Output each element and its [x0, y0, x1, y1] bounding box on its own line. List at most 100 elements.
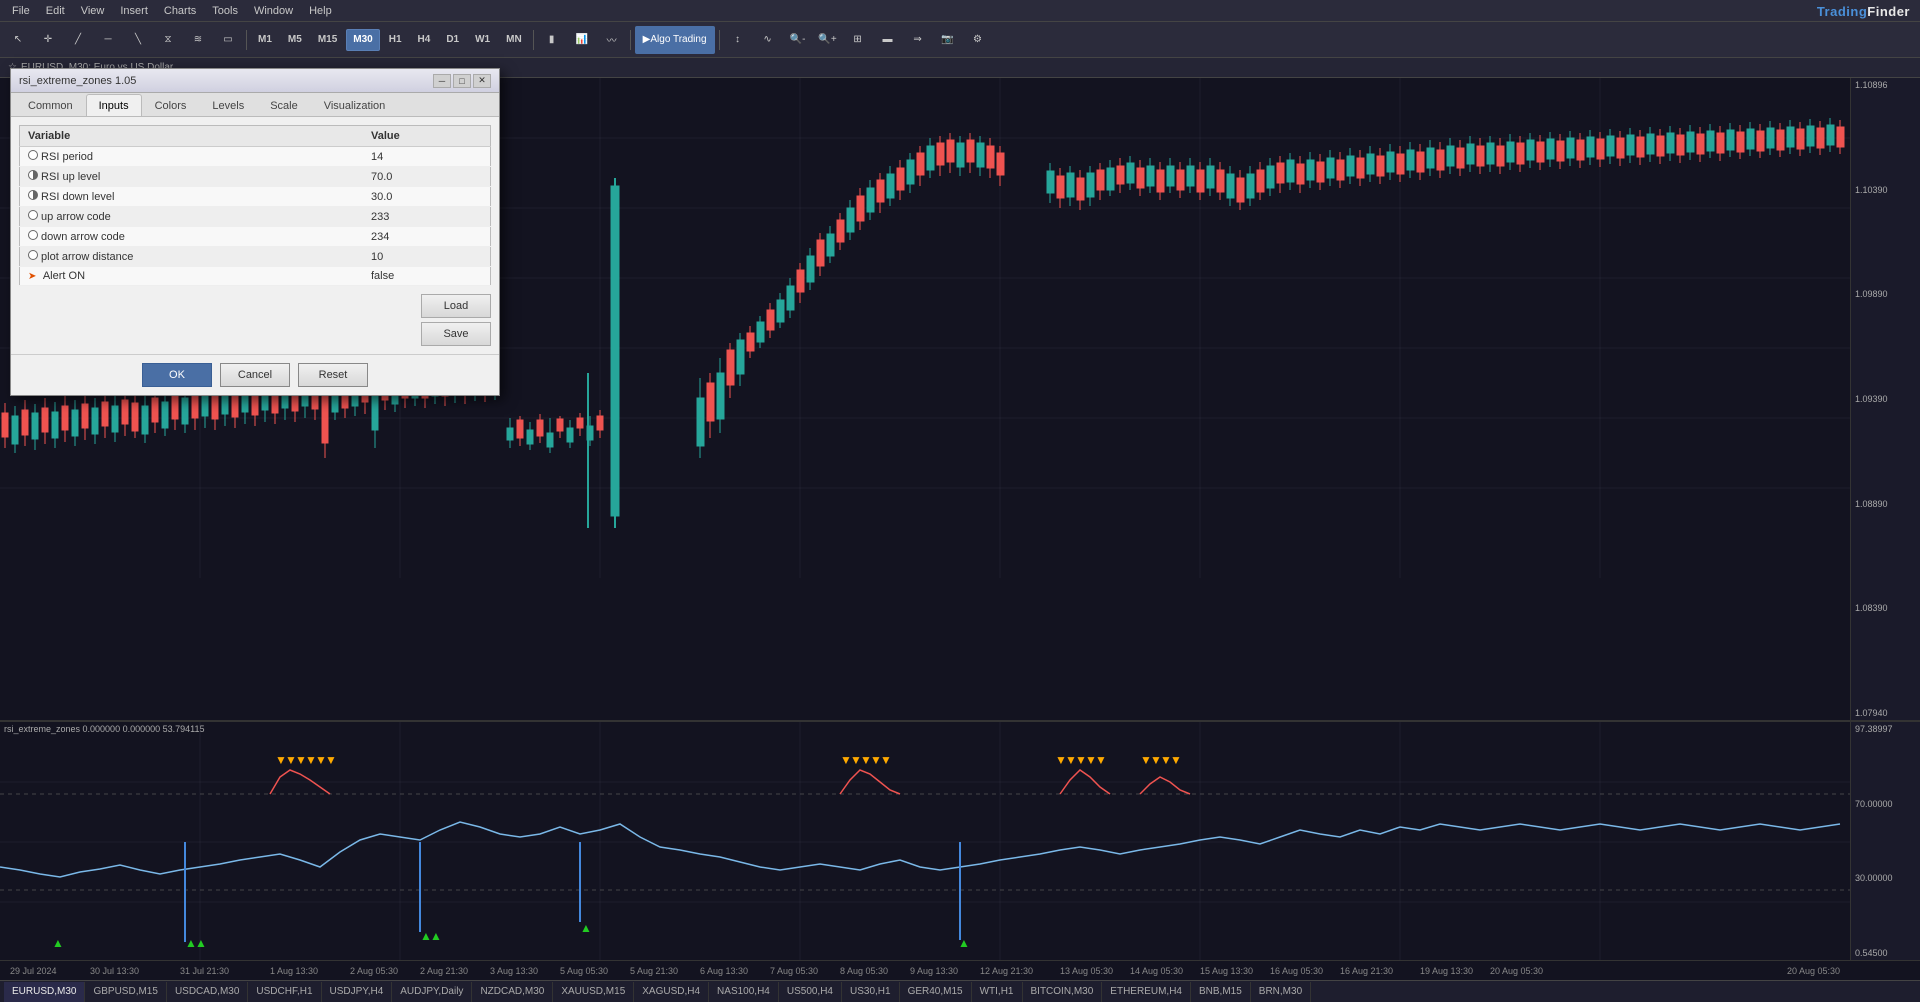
table-row[interactable]: ➤ Alert ON false — [20, 267, 491, 286]
table-row[interactable]: RSI period 14 — [20, 147, 491, 167]
volumes-btn[interactable]: ▬ — [874, 26, 902, 54]
load-button[interactable]: Load — [421, 294, 491, 318]
tf-d1[interactable]: D1 — [439, 29, 466, 51]
symbol-tab-bitcoin-m30[interactable]: BITCOIN,M30 — [1023, 982, 1103, 1002]
brand-name: TradingFinder — [1817, 4, 1910, 19]
svg-text:▲: ▲ — [430, 929, 442, 943]
menu-file[interactable]: File — [4, 0, 38, 21]
tab-colors[interactable]: Colors — [142, 94, 200, 116]
shapes-tool[interactable]: ▭ — [214, 26, 242, 54]
menu-view[interactable]: View — [73, 0, 113, 21]
menu-charts[interactable]: Charts — [156, 0, 204, 21]
table-row[interactable]: RSI down level 30.0 — [20, 187, 491, 207]
line-chart-btn[interactable]: 〰 — [598, 26, 626, 54]
val-rsi-down[interactable]: 30.0 — [363, 187, 491, 207]
symbol-tab-us500-h4[interactable]: US500,H4 — [779, 982, 842, 1002]
reset-button[interactable]: Reset — [298, 363, 368, 387]
crosshair-tool[interactable]: ✛ — [34, 26, 62, 54]
var-rsi-up: RSI up level — [20, 167, 363, 187]
autoscroll-btn[interactable]: ⇒ — [904, 26, 932, 54]
symbol-tab-usdcad-m30[interactable]: USDCAD,M30 — [167, 982, 248, 1002]
symbol-tab-ger40-m15[interactable]: GER40,M15 — [900, 982, 972, 1002]
symbol-tab-us30-h1[interactable]: US30,H1 — [842, 982, 900, 1002]
tf-h4[interactable]: H4 — [411, 29, 438, 51]
symbol-tab-brn-m30[interactable]: BRN,M30 — [1251, 982, 1311, 1002]
symbol-tabs: EURUSD,M30 GBPUSD,M15 USDCAD,M30 USDCHF,… — [0, 980, 1920, 1002]
price-1: 1.10896 — [1855, 80, 1916, 90]
table-row[interactable]: down arrow code 234 — [20, 227, 491, 247]
tf-w1[interactable]: W1 — [468, 29, 497, 51]
val-rsi-period[interactable]: 14 — [363, 147, 491, 167]
menu-edit[interactable]: Edit — [38, 0, 73, 21]
bar-chart-btn[interactable]: ▮ — [538, 26, 566, 54]
zoom-in-btn[interactable]: 🔍+ — [814, 26, 842, 54]
symbol-tab-nzdcad-m30[interactable]: NZDCAD,M30 — [472, 982, 553, 1002]
table-row[interactable]: up arrow code 233 — [20, 207, 491, 227]
dialog-maximize-btn[interactable]: □ — [453, 74, 471, 88]
symbol-tab-wti-h1[interactable]: WTI,H1 — [972, 982, 1023, 1002]
symbol-tab-bnb-m15[interactable]: BNB,M15 — [1191, 982, 1251, 1002]
channel-tool[interactable]: ⧖ — [154, 26, 182, 54]
tf-m15[interactable]: M15 — [311, 29, 344, 51]
tab-visualization[interactable]: Visualization — [311, 94, 399, 116]
indicators-btn[interactable]: ↕ — [724, 26, 752, 54]
indicator-settings-dialog[interactable]: rsi_extreme_zones 1.05 ─ □ ✕ Common Inpu… — [10, 68, 500, 396]
val-rsi-up[interactable]: 70.0 — [363, 167, 491, 187]
symbol-tab-xauusd-m15[interactable]: XAUUSD,M15 — [553, 982, 634, 1002]
tab-levels[interactable]: Levels — [199, 94, 257, 116]
symbol-tab-xagusd-h4[interactable]: XAGUSD,H4 — [634, 982, 709, 1002]
fibo-tool[interactable]: ≋ — [184, 26, 212, 54]
val-alert[interactable]: false — [363, 267, 491, 286]
symbol-tab-usdchf-h1[interactable]: USDCHF,H1 — [248, 982, 321, 1002]
screenshot-btn[interactable]: 📷 — [934, 26, 962, 54]
symbol-tab-usdjpy-h4[interactable]: USDJPY,H4 — [322, 982, 393, 1002]
tab-common[interactable]: Common — [15, 94, 86, 116]
grid-btn[interactable]: ⊞ — [844, 26, 872, 54]
menu-tools[interactable]: Tools — [204, 0, 246, 21]
brand-logo: TradingFinder — [1817, 4, 1910, 19]
save-button[interactable]: Save — [421, 322, 491, 346]
tf-m1[interactable]: M1 — [251, 29, 279, 51]
symbol-tab-eurusd-m30[interactable]: EURUSD,M30 — [4, 982, 85, 1002]
symbol-tab-nas100-h4[interactable]: NAS100,H4 — [709, 982, 779, 1002]
zoom-out-btn[interactable]: 🔍- — [784, 26, 812, 54]
var-arrow-dist: plot arrow distance — [20, 247, 363, 267]
var-rsi-down: RSI down level — [20, 187, 363, 207]
tab-inputs[interactable]: Inputs — [86, 94, 142, 116]
hline-tool[interactable]: ─ — [94, 26, 122, 54]
cursor-tool[interactable]: ↖ — [4, 26, 32, 54]
tf-h1[interactable]: H1 — [382, 29, 409, 51]
dialog-minimize-btn[interactable]: ─ — [433, 74, 451, 88]
algo-trading-btn[interactable]: ▶ Algo Trading — [635, 26, 715, 54]
menu-insert[interactable]: Insert — [112, 0, 156, 21]
tf-m30[interactable]: M30 — [346, 29, 379, 51]
val-up-arrow[interactable]: 233 — [363, 207, 491, 227]
val-arrow-dist[interactable]: 10 — [363, 247, 491, 267]
symbol-tab-audjpy-daily[interactable]: AUDJPY,Daily — [392, 982, 472, 1002]
dialog-close-btn[interactable]: ✕ — [473, 74, 491, 88]
oscillators-btn[interactable]: ∿ — [754, 26, 782, 54]
menu-help[interactable]: Help — [301, 0, 340, 21]
ok-button[interactable]: OK — [142, 363, 212, 387]
table-row[interactable]: RSI up level 70.0 — [20, 167, 491, 187]
candle-chart-btn[interactable]: 📊 — [568, 26, 596, 54]
symbol-tab-gbpusd-m15[interactable]: GBPUSD,M15 — [85, 982, 166, 1002]
cancel-button[interactable]: Cancel — [220, 363, 290, 387]
tf-m5[interactable]: M5 — [281, 29, 309, 51]
symbol-tab-ethereum-h4[interactable]: ETHEREUM,H4 — [1102, 982, 1191, 1002]
trendline-tool[interactable]: ╲ — [124, 26, 152, 54]
row-icon-circle-4 — [28, 250, 38, 260]
separator-2 — [533, 30, 534, 50]
tf-mn[interactable]: MN — [499, 29, 529, 51]
settings-btn[interactable]: ⚙ — [964, 26, 992, 54]
svg-text:▼: ▼ — [880, 753, 892, 767]
line-tool[interactable]: ╱ — [64, 26, 92, 54]
tab-scale[interactable]: Scale — [257, 94, 311, 116]
separator-1 — [246, 30, 247, 50]
table-row[interactable]: plot arrow distance 10 — [20, 247, 491, 267]
price-6: 1.08390 — [1855, 603, 1916, 613]
menu-window[interactable]: Window — [246, 0, 301, 21]
val-down-arrow[interactable]: 234 — [363, 227, 491, 247]
dialog-window-buttons: ─ □ ✕ — [433, 74, 491, 88]
date-axis: 29 Jul 2024 30 Jul 13:30 31 Jul 21:30 1 … — [0, 960, 1920, 980]
